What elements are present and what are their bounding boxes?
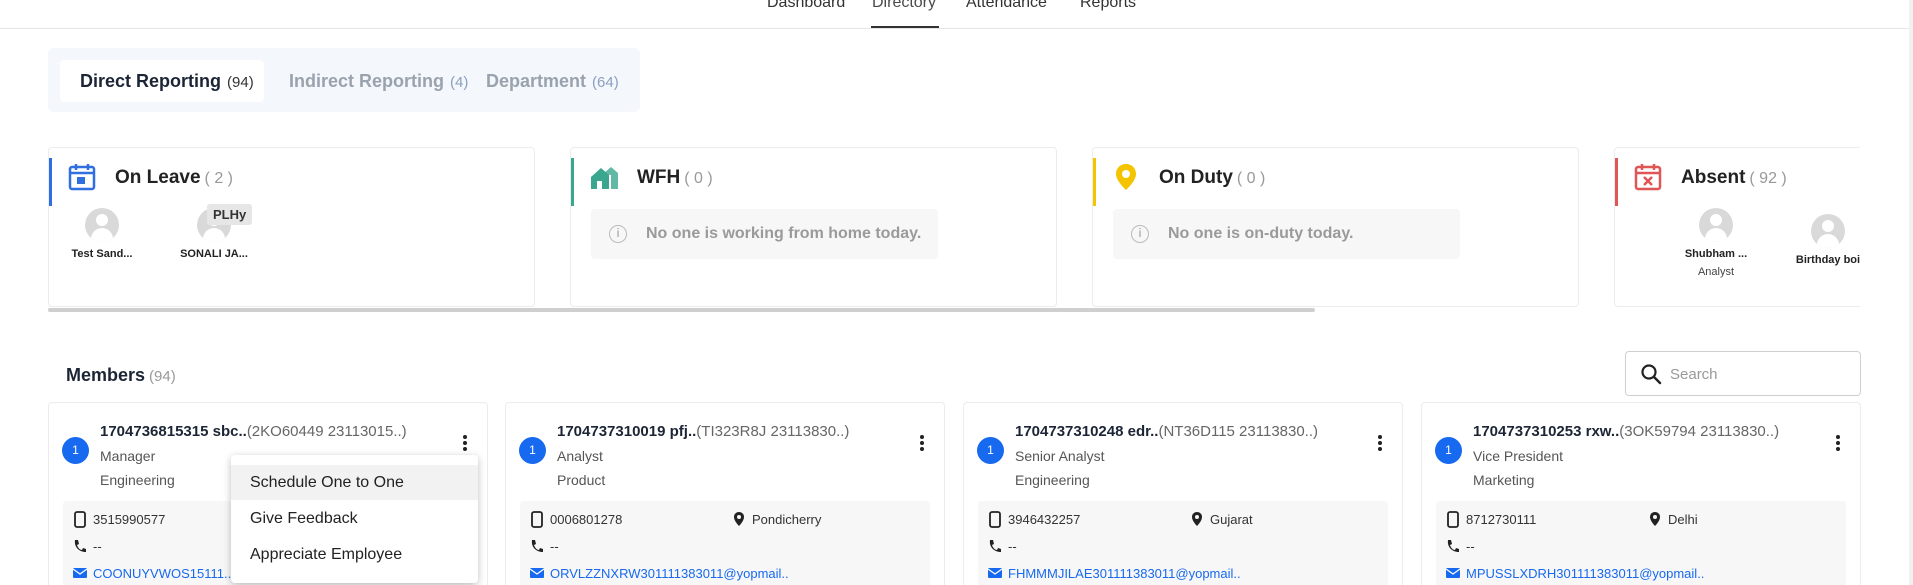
card-accent-bar <box>1093 158 1096 206</box>
phone-icon <box>989 540 1001 552</box>
members-heading: Members (94) <box>66 365 176 385</box>
phone-icon <box>531 540 543 552</box>
member-name[interactable]: 1704736815315 sbc..(2KO60449 23113015..) <box>100 423 407 440</box>
person-name: Shubham ... <box>1684 248 1748 260</box>
menu-item-give-feedback[interactable]: Give Feedback <box>231 501 478 536</box>
card-title: On Leave( 2 ) <box>115 167 233 188</box>
location-pin-icon <box>1116 164 1136 190</box>
wfh-card: WFH( 0 ) i No one is working from home to… <box>570 147 1057 307</box>
member-contact-info: 8712730111 Delhi -- MPUSSLXDRH3011113830… <box>1436 501 1846 585</box>
page-scrollbar[interactable] <box>1909 0 1913 585</box>
member-badge: 1 <box>977 437 1004 464</box>
avatar[interactable] <box>1699 208 1733 242</box>
top-nav: Dashboard Directory Attendance Reports <box>0 0 1913 29</box>
tab-dashboard[interactable]: Dashboard <box>767 0 845 29</box>
tab-reports[interactable]: Reports <box>1080 0 1136 29</box>
member-contact-info: 0006801278 Pondicherry -- ORVLZZNXRW3011… <box>520 501 930 585</box>
location-pin-icon <box>1650 512 1660 526</box>
mobile-icon <box>74 511 86 528</box>
member-department: Engineering <box>100 472 175 488</box>
member-name[interactable]: 1704737310019 pfj..(TI323R8J 23113830..) <box>557 423 849 440</box>
active-tab-indicator <box>871 26 939 28</box>
info-icon: i <box>1131 225 1149 243</box>
card-accent-bar <box>571 158 574 206</box>
member-role: Senior Analyst <box>1015 448 1105 464</box>
member-options-menu: Schedule One to One Give Feedback Apprec… <box>231 455 478 583</box>
email-icon <box>1446 568 1460 578</box>
tab-count: (94) <box>227 74 254 91</box>
tab-direct-reporting[interactable]: Direct Reporting (94) <box>80 71 254 92</box>
search-box[interactable] <box>1625 351 1861 396</box>
member-role: Analyst <box>557 448 603 464</box>
attendance-status-strip: On Leave( 2 ) Test Sand... PLHy SONALI J… <box>48 146 1860 310</box>
directory-page: Dashboard Directory Attendance Reports D… <box>0 0 1913 585</box>
member-badge: 1 <box>1435 437 1462 464</box>
calendar-icon <box>68 164 96 191</box>
search-icon <box>1641 364 1662 385</box>
location-pin-icon <box>1192 512 1202 526</box>
mobile-icon <box>989 511 1001 528</box>
more-options-icon[interactable] <box>459 433 471 455</box>
tab-count: (4) <box>450 74 469 91</box>
member-name[interactable]: 1704737310253 rxw..(3OK59794 23113830..) <box>1473 423 1779 440</box>
phone-icon <box>74 540 86 552</box>
member-role: Vice President <box>1473 448 1564 464</box>
avatar[interactable] <box>1811 214 1845 248</box>
card-accent-bar <box>1615 158 1618 206</box>
person-name: Test Sand... <box>71 248 133 260</box>
absent-card: Absent( 92 ) Shubham ... Analyst Birthda… <box>1614 147 1860 307</box>
member-badge: 1 <box>519 437 546 464</box>
empty-state: i No one is working from home today. <box>591 209 938 259</box>
member-contact-info: 3946432257 Gujarat -- FHMMMJILAE30111138… <box>978 501 1388 585</box>
on-leave-card: On Leave( 2 ) Test Sand... PLHy SONALI J… <box>48 147 535 307</box>
member-department: Marketing <box>1473 472 1535 488</box>
more-options-icon[interactable] <box>1832 433 1844 455</box>
member-department: Product <box>557 472 606 488</box>
home-icon <box>591 167 618 189</box>
card-accent-bar <box>49 158 52 206</box>
tab-label: Direct Reporting <box>80 71 222 91</box>
calendar-x-icon <box>1634 164 1662 191</box>
menu-item-appreciate-employee[interactable]: Appreciate Employee <box>231 537 478 572</box>
tab-attendance[interactable]: Attendance <box>966 0 1047 29</box>
tab-indirect-reporting[interactable]: Indirect Reporting (4) <box>289 71 468 92</box>
more-options-icon[interactable] <box>1374 433 1386 455</box>
avatar-tooltip: PLHy <box>207 204 253 225</box>
member-name[interactable]: 1704737310248 edr..(NT36D115 23113830..) <box>1015 423 1318 440</box>
menu-item-schedule-one-to-one[interactable]: Schedule One to One <box>231 465 478 500</box>
email-icon <box>988 568 1002 578</box>
person-role: Analyst <box>1697 266 1735 278</box>
member-badge: 1 <box>62 437 89 464</box>
card-title: WFH( 0 ) <box>637 167 713 188</box>
member-role: Manager <box>100 448 156 464</box>
tab-label: Department <box>486 71 587 91</box>
mobile-icon <box>531 511 543 528</box>
member-card: 1 1704737310019 pfj..(TI323R8J 23113830.… <box>505 402 945 585</box>
email-icon <box>530 568 544 578</box>
search-input[interactable] <box>1670 361 1850 387</box>
member-card: 1 1704737310253 rxw..(3OK59794 23113830.… <box>1421 402 1861 585</box>
tab-department[interactable]: Department (64) <box>486 71 619 92</box>
info-icon: i <box>609 225 627 243</box>
member-card: 1 1704737310248 edr..(NT36D115 23113830.… <box>963 402 1403 585</box>
mobile-icon <box>1447 511 1459 528</box>
person-name: SONALI JA... <box>180 248 248 260</box>
on-duty-card: On Duty( 0 ) i No one is on-duty today. <box>1092 147 1579 307</box>
member-department: Engineering <box>1015 472 1090 488</box>
email-icon <box>73 568 87 578</box>
status-strip-scrollbar[interactable] <box>48 308 1315 312</box>
person-name: Birthday boi <box>1795 254 1860 266</box>
avatar[interactable] <box>85 208 119 242</box>
tab-label: Indirect Reporting <box>289 71 445 91</box>
phone-icon <box>1447 540 1459 552</box>
location-pin-icon <box>734 512 744 526</box>
card-title: On Duty( 0 ) <box>1159 167 1266 188</box>
tab-count: (64) <box>592 74 619 91</box>
card-title: Absent( 92 ) <box>1681 167 1787 188</box>
empty-state: i No one is on-duty today. <box>1113 209 1460 259</box>
more-options-icon[interactable] <box>916 433 928 455</box>
tab-directory[interactable]: Directory <box>872 0 936 29</box>
